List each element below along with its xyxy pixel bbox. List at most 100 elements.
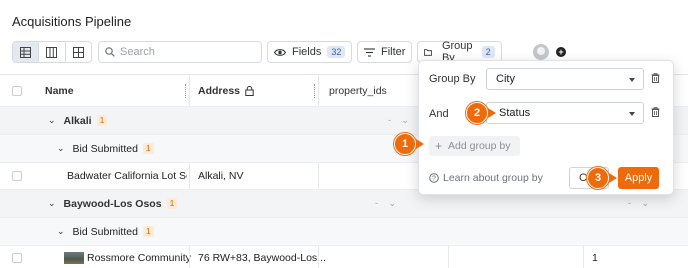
row-address: Alkali, NV: [198, 170, 244, 182]
and-field-select[interactable]: Status: [486, 102, 644, 124]
column-header-name-label: Name: [45, 84, 74, 97]
apply-label: Apply: [624, 172, 653, 184]
group-by-row-label: Group By: [429, 73, 476, 85]
plus-icon: +: [435, 139, 443, 153]
row-address: 76 RW+83, Baywood-Los...: [198, 251, 326, 264]
page-title: Acquisitions Pipeline: [12, 14, 132, 29]
row-name: Rossmore Community: [87, 251, 191, 264]
column-header-address[interactable]: Address: [198, 75, 254, 106]
group-by-field-value: City: [496, 73, 515, 85]
group-by-count-badge: 2: [481, 46, 495, 58]
column-header-property-ids-label: property_ids: [329, 84, 387, 97]
step-number: 2: [473, 107, 481, 119]
row-checkbox[interactable]: [12, 253, 22, 263]
subgroup-count-badge: 1: [142, 226, 154, 237]
gallery-icon: [72, 46, 84, 58]
row-checkbox[interactable]: [12, 171, 22, 181]
step-number: 3: [594, 172, 602, 184]
column-header-address-label: Address: [198, 84, 241, 97]
group-name: Baywood-Los Osos: [63, 197, 162, 210]
learn-about-group-by-label: Learn about group by: [443, 172, 543, 184]
apply-button[interactable]: Apply: [618, 167, 659, 189]
subgroup-header: ⌄ Bid Submitted 1: [57, 218, 154, 245]
step-marker-1: 1: [394, 133, 416, 155]
row-name-cell[interactable]: Rossmore Community: [64, 246, 191, 268]
select-all-checkbox[interactable]: [12, 86, 22, 96]
chevron-down-icon[interactable]: ⌄: [48, 198, 56, 209]
add-collaborator-icon[interactable]: +: [556, 47, 566, 57]
filter-label: Filter: [381, 46, 406, 58]
fields-count-badge: 32: [327, 46, 346, 58]
row-name-cell[interactable]: Badwater California Lot Servic: [67, 163, 187, 189]
row-extra-cell[interactable]: 1: [592, 246, 598, 268]
step-pointer: [416, 139, 424, 149]
step-pointer: [609, 173, 617, 183]
subgroup-name: Bid Submitted: [72, 225, 138, 238]
step-marker-2: 2: [466, 102, 488, 124]
eye-icon: [274, 48, 286, 56]
group-header: ⌄ Alkali 1: [48, 107, 108, 134]
column-header-property-ids[interactable]: property_ids: [329, 75, 387, 106]
caret-down-icon: [629, 78, 635, 82]
row-address-cell[interactable]: 76 RW+83, Baywood-Los...: [198, 246, 326, 268]
search-box: [98, 41, 262, 63]
folder-icon: [424, 48, 432, 56]
add-group-by-button[interactable]: + Add group by: [429, 136, 520, 156]
subgroup-name: Bid Submitted: [72, 142, 138, 155]
trash-icon[interactable]: [651, 107, 660, 117]
row-name: Badwater California Lot Servic: [67, 170, 187, 182]
chevron-down-icon[interactable]: ⌄: [48, 115, 56, 126]
columns-icon: [46, 46, 58, 58]
group-name: Alkali: [63, 114, 92, 127]
column-divider: [583, 246, 584, 268]
and-field-value: Status: [499, 107, 531, 119]
collapsed-values-indicator: - ⌄: [375, 198, 401, 208]
search-icon: [105, 47, 115, 57]
step-number: 1: [401, 138, 409, 150]
column-divider: [318, 246, 319, 268]
trash-icon[interactable]: [651, 73, 660, 83]
column-resize-handle[interactable]: [185, 84, 187, 98]
collapsed-values-indicator: - ⌄: [388, 115, 414, 125]
column-header-name[interactable]: Name: [45, 75, 74, 106]
step-marker-3: 3: [587, 167, 609, 189]
table-row[interactable]: Rossmore Community 76 RW+83, Baywood-Los…: [0, 246, 688, 268]
table-icon: [20, 46, 32, 58]
fields-label: Fields: [292, 46, 322, 58]
row-address-cell[interactable]: Alkali, NV: [198, 163, 244, 189]
step-pointer: [488, 108, 496, 118]
learn-about-group-by-link[interactable]: ? Learn about group by: [429, 172, 543, 184]
search-input[interactable]: [120, 46, 250, 58]
subgroup-header: ⌄ Bid Submitted 1: [57, 135, 154, 162]
filter-icon: [364, 47, 375, 57]
fields-button[interactable]: Fields 32: [267, 41, 353, 63]
group-by-field-select[interactable]: City: [486, 68, 644, 90]
row-extra-value: 1: [592, 251, 598, 264]
gallery-view-button[interactable]: [66, 42, 91, 62]
column-resize-handle[interactable]: [314, 84, 316, 98]
column-divider: [318, 75, 319, 106]
property-thumbnail: [64, 251, 84, 264]
group-header: ⌄ Baywood-Los Osos 1: [48, 190, 178, 217]
column-divider: [448, 246, 449, 268]
kanban-view-button[interactable]: [39, 42, 66, 62]
avatar[interactable]: [533, 44, 549, 60]
filter-button[interactable]: Filter: [357, 41, 413, 63]
group-count-badge: 1: [166, 198, 178, 209]
chevron-down-icon[interactable]: ⌄: [57, 226, 65, 237]
view-switcher: [12, 41, 92, 63]
chevron-down-icon[interactable]: ⌄: [57, 143, 65, 154]
help-circle-icon: ?: [429, 173, 439, 183]
subgroup-count-badge: 1: [142, 143, 154, 154]
lock-icon: [245, 85, 254, 96]
caret-down-icon: [629, 112, 635, 116]
column-divider: [189, 246, 190, 268]
column-divider: [318, 163, 319, 189]
cancel-label: C: [579, 172, 587, 184]
column-divider: [189, 75, 190, 106]
subgroup-row[interactable]: ⌄ Bid Submitted 1: [0, 218, 688, 246]
grid-view-button[interactable]: [13, 42, 40, 62]
column-divider: [189, 163, 190, 189]
svg-text:?: ?: [432, 176, 436, 183]
add-group-by-label: Add group by: [448, 140, 511, 152]
